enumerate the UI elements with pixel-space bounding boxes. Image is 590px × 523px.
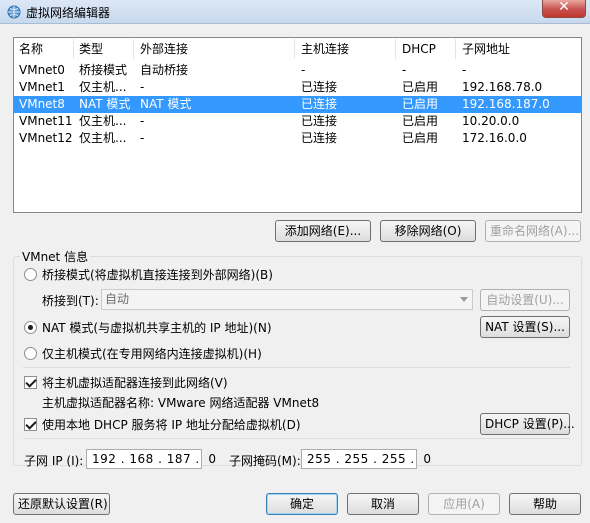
cell-subnet: 192.168.78.0 [462, 80, 543, 94]
vmnet-info-title: VMnet 信息 [20, 248, 91, 265]
column-header-name[interactable]: 名称 [14, 39, 74, 59]
cell-type: 桥接模式 [79, 63, 128, 77]
table-row[interactable]: VMnet8 NAT 模式 NAT 模式 已连接 已启用 192.168.187… [14, 96, 581, 113]
network-editor-icon [7, 5, 21, 19]
network-list[interactable]: 名称 类型 外部连接 主机连接 DHCP 子网地址 VMnet0 桥接模式 自动… [13, 37, 582, 213]
connect-adapter-label[interactable]: 将主机虚拟适配器连接到此网络(V) [42, 374, 228, 391]
cell-type: 仅主机... [79, 114, 127, 128]
column-header-dhcp[interactable]: DHCP [397, 39, 456, 59]
nat-mode-label[interactable]: NAT 模式(与虚拟机共享主机的 IP 地址)(N) [42, 319, 272, 336]
close-button[interactable]: ✕ [542, 0, 586, 18]
cell-name: VMnet12 [19, 131, 73, 145]
column-header-subnet[interactable]: 子网地址 [457, 39, 581, 59]
cell-subnet: 192.168.187.0 [462, 97, 550, 111]
cell-name: VMnet8 [19, 97, 65, 111]
list-header: 名称 类型 外部连接 主机连接 DHCP 子网地址 [14, 39, 581, 59]
cell-external: 自动桥接 [140, 63, 189, 77]
bridge-to-label: 桥接到(T): [42, 294, 99, 308]
chevron-down-icon [460, 297, 468, 302]
column-header-external[interactable]: 外部连接 [135, 39, 295, 59]
cell-subnet: - [462, 63, 467, 77]
table-row[interactable]: VMnet1 仅主机... - 已连接 已启用 192.168.78.0 [14, 79, 581, 96]
add-network-button[interactable]: 添加网络(E)... [275, 220, 371, 242]
help-button[interactable]: 帮助 [509, 493, 581, 515]
host-only-radio[interactable] [24, 347, 37, 360]
table-row[interactable]: VMnet0 桥接模式 自动桥接 - - - [14, 62, 581, 79]
cell-host: 已连接 [301, 131, 338, 145]
cell-external: - [140, 80, 145, 94]
nat-settings-button[interactable]: NAT 设置(S)... [480, 316, 570, 338]
title-bar: 虚拟网络编辑器 ✕ [0, 0, 590, 24]
remove-network-button[interactable]: 移除网络(O) [380, 220, 476, 242]
cell-dhcp: 已启用 [402, 80, 439, 94]
ok-button[interactable]: 确定 [266, 493, 338, 515]
subnet-ip-field[interactable]: 192 . 168 . 187 . 0 [86, 449, 216, 469]
table-row[interactable]: VMnet12 仅主机... - 已连接 已启用 172.16.0.0 [14, 130, 581, 147]
dhcp-checkbox[interactable] [24, 418, 37, 431]
nat-mode-radio[interactable] [24, 321, 37, 334]
cell-external: - [140, 131, 145, 145]
cell-external: - [140, 114, 145, 128]
close-icon: ✕ [558, 0, 570, 15]
window-title: 虚拟网络编辑器 [26, 6, 111, 20]
host-only-label[interactable]: 仅主机模式(在专用网络内连接虚拟机)(H) [42, 345, 262, 362]
cell-dhcp: 已启用 [402, 114, 439, 128]
cell-host: 已连接 [301, 114, 338, 128]
subnet-mask-label: 子网掩码(M): [229, 454, 301, 468]
dialog-body: 名称 类型 外部连接 主机连接 DHCP 子网地址 VMnet0 桥接模式 自动… [0, 24, 590, 523]
cell-external: NAT 模式 [140, 97, 192, 111]
column-header-host[interactable]: 主机连接 [296, 39, 396, 59]
subnet-mask-field[interactable]: 255 . 255 . 255 . 0 [301, 449, 431, 469]
cell-host: 已连接 [301, 97, 338, 111]
divider [23, 438, 570, 439]
cell-subnet: 172.16.0.0 [462, 131, 527, 145]
subnet-ip-label: 子网 IP (I): [24, 454, 84, 468]
column-header-type[interactable]: 类型 [74, 39, 134, 59]
cell-name: VMnet0 [19, 63, 65, 77]
bridge-to-select[interactable]: 自动 [101, 289, 473, 310]
cell-dhcp: - [402, 63, 407, 77]
cell-dhcp: 已启用 [402, 97, 439, 111]
cancel-button[interactable]: 取消 [347, 493, 419, 515]
cell-type: 仅主机... [79, 80, 127, 94]
cell-subnet: 10.20.0.0 [462, 114, 520, 128]
bridged-mode-label[interactable]: 桥接模式(将虚拟机直接连接到外部网络)(B) [42, 266, 273, 283]
cell-type: 仅主机... [79, 131, 127, 145]
divider [23, 367, 570, 368]
adapter-name-text: 主机虚拟适配器名称: VMware 网络适配器 VMnet8 [42, 396, 320, 410]
cell-name: VMnet11 [19, 114, 73, 128]
auto-settings-button[interactable]: 自动设置(U)... [480, 289, 570, 311]
bridged-mode-radio[interactable] [24, 268, 37, 281]
cell-dhcp: 已启用 [402, 131, 439, 145]
cell-host: - [301, 63, 306, 77]
table-row[interactable]: VMnet11 仅主机... - 已连接 已启用 10.20.0.0 [14, 113, 581, 130]
cell-type: NAT 模式 [79, 97, 131, 111]
rename-network-button[interactable]: 重命名网络(A)... [485, 220, 581, 242]
dhcp-settings-button[interactable]: DHCP 设置(P)... [480, 413, 575, 435]
dhcp-label[interactable]: 使用本地 DHCP 服务将 IP 地址分配给虚拟机(D) [42, 416, 301, 433]
cell-name: VMnet1 [19, 80, 65, 94]
connect-adapter-checkbox[interactable] [24, 376, 37, 389]
restore-defaults-button[interactable]: 还原默认设置(R) [13, 493, 110, 515]
apply-button[interactable]: 应用(A) [428, 493, 500, 515]
bridge-to-value: 自动 [105, 292, 130, 306]
cell-host: 已连接 [301, 80, 338, 94]
